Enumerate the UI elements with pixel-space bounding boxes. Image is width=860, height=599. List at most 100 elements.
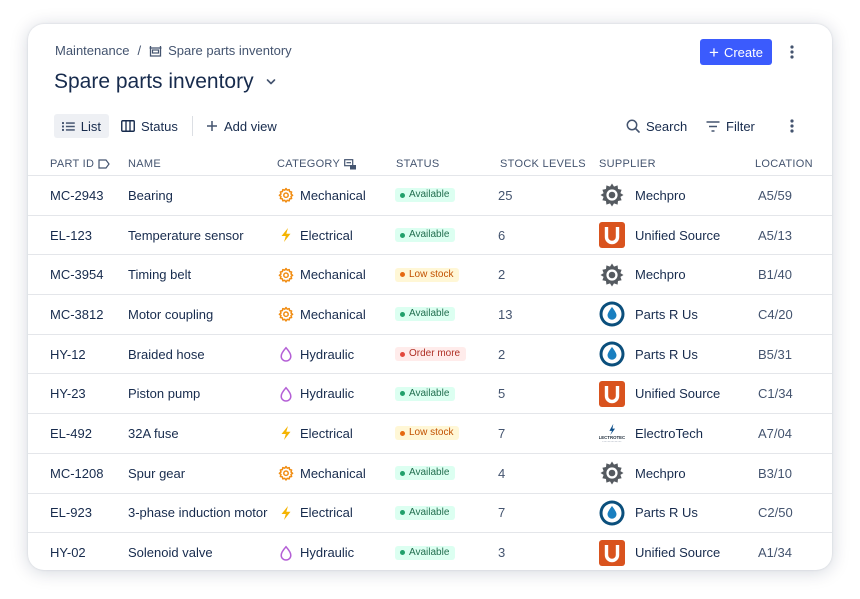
table-row[interactable]: EL-123 Temperature sensor Electrical Availa… xyxy=(28,216,832,256)
category-cell: Electrical xyxy=(278,216,353,255)
status-label: Order more xyxy=(409,348,461,360)
status-badge: Available xyxy=(395,466,456,481)
create-label: Create xyxy=(723,44,763,60)
list-icon xyxy=(62,121,75,131)
supplier-cell: Mechpro xyxy=(599,454,686,493)
tab-status-view[interactable]: Status xyxy=(113,114,186,138)
status-dot-icon xyxy=(400,351,405,357)
status-label: Available xyxy=(409,387,450,399)
inventory-card: Maintenance / Spare parts inventory Spar… xyxy=(28,24,832,570)
svg-text:ELECTROTECH: ELECTROTECH xyxy=(599,436,625,441)
supplier-logo-icon: ELECTROTECH xyxy=(599,420,625,446)
table-row[interactable]: MC-3954 Timing belt Mechanical Low stock 2 Me… xyxy=(28,255,832,296)
parts-table: PART ID NAME CATEGORY STATUS STOCK LEVEL… xyxy=(28,152,832,570)
supplier-name: Unified Source xyxy=(635,545,721,561)
part-id-cell: EL-923 xyxy=(50,505,92,521)
category-cell: Electrical xyxy=(278,494,353,533)
status-cell: Available xyxy=(395,494,456,533)
supplier-cell: Mechpro xyxy=(599,255,686,294)
stock-level-cell: 13 xyxy=(498,306,513,322)
tag-icon xyxy=(98,159,111,169)
lightning-icon xyxy=(278,425,294,441)
status-badge: Low stock xyxy=(395,426,460,441)
part-id-cell: HY-02 xyxy=(50,545,86,561)
droplet-icon xyxy=(278,386,294,402)
status-cell: Low stock xyxy=(395,255,460,294)
status-label: Available xyxy=(409,546,450,558)
supplier-cell: Unified Source xyxy=(599,374,720,413)
supplier-name: Mechpro xyxy=(635,187,686,203)
search-label: Search xyxy=(646,118,688,134)
stock-level-cell: 2 xyxy=(498,267,506,283)
table-row[interactable]: HY-23 Piston pump Hydraulic Available 5 Unifi… xyxy=(28,374,832,415)
gear-icon xyxy=(278,306,294,323)
status-dot-icon xyxy=(400,430,405,436)
part-id-cell: EL-492 xyxy=(50,425,92,441)
breadcrumb-maintenance[interactable]: Maintenance xyxy=(55,43,129,58)
part-name-cell: Bearing xyxy=(128,187,173,203)
column-header-stock-levels[interactable]: STOCK LEVELS xyxy=(500,158,586,170)
page-title: Spare parts inventory xyxy=(54,70,254,93)
create-button[interactable]: + Create xyxy=(700,39,772,65)
supplier-logo-icon xyxy=(599,539,625,566)
more-actions-icon[interactable] xyxy=(782,42,802,62)
table-row[interactable]: HY-02 Solenoid valve Hydraulic Available 3 Un… xyxy=(28,533,832,570)
column-header-category[interactable]: CATEGORY xyxy=(277,158,357,170)
category-cell: Mechanical xyxy=(278,454,366,493)
status-label: Available xyxy=(409,229,450,241)
filter-button[interactable]: Filter xyxy=(698,114,763,138)
filter-icon xyxy=(706,120,720,132)
stock-level-cell: 6 xyxy=(498,227,506,243)
status-label: Available xyxy=(409,308,450,320)
part-name-cell: 3-phase induction motor xyxy=(128,505,268,521)
supplier-name: Mechpro xyxy=(635,267,686,283)
tab-list-view[interactable]: List xyxy=(54,114,109,138)
location-cell: B3/10 xyxy=(758,465,792,481)
table-row[interactable]: MC-1208 Spur gear Mechanical Available 4 Mech… xyxy=(28,454,832,494)
chevron-down-icon[interactable] xyxy=(266,78,276,86)
status-label: Available xyxy=(409,189,450,201)
part-name-cell: Motor coupling xyxy=(128,306,214,322)
location-cell: C1/34 xyxy=(758,386,793,402)
table-row[interactable]: EL-492 32A fuse Electrical Low stock 7 ELECTR… xyxy=(28,414,832,454)
category-label: Mechanical xyxy=(300,306,366,322)
column-header-supplier[interactable]: SUPPLIER xyxy=(599,158,656,170)
supplier-logo-icon xyxy=(599,222,625,249)
part-name-cell: 32A fuse xyxy=(128,425,179,441)
table-row[interactable]: HY-12 Braided hose Hydraulic Order more 2 Par… xyxy=(28,335,832,375)
category-field-icon xyxy=(344,158,357,169)
part-id-cell: MC-1208 xyxy=(50,465,104,481)
view-toolbar: List Status Add view Search Filter xyxy=(54,114,806,138)
location-cell: B1/40 xyxy=(758,267,792,283)
table-row[interactable]: MC-3812 Motor coupling Mechanical Available… xyxy=(28,295,832,335)
tab-list-label: List xyxy=(80,118,101,134)
part-name-cell: Piston pump xyxy=(128,386,201,402)
status-label: Low stock xyxy=(409,427,454,439)
supplier-cell: Parts R Us xyxy=(599,494,698,533)
columns-icon xyxy=(121,120,135,132)
column-header-part-id[interactable]: PART ID xyxy=(50,158,111,170)
column-header-status[interactable]: STATUS xyxy=(396,158,440,170)
column-header-name[interactable]: NAME xyxy=(128,158,161,170)
category-cell: Mechanical xyxy=(278,295,366,334)
part-id-cell: EL-123 xyxy=(50,227,92,243)
table-row[interactable]: EL-923 3-phase induction motor Electrical A… xyxy=(28,494,832,534)
category-cell: Hydraulic xyxy=(278,335,354,374)
location-cell: C4/20 xyxy=(758,306,793,322)
part-id-cell: MC-2943 xyxy=(50,187,104,203)
add-view-button[interactable]: Add view xyxy=(198,114,285,138)
view-options-icon[interactable] xyxy=(782,116,802,136)
table-header: PART ID NAME CATEGORY STATUS STOCK LEVEL… xyxy=(28,152,832,176)
breadcrumb-current[interactable]: Spare parts inventory xyxy=(168,43,292,58)
part-id-cell: HY-23 xyxy=(50,386,86,402)
status-dot-icon xyxy=(400,470,405,476)
stock-level-cell: 7 xyxy=(498,505,506,521)
supplier-logo-icon xyxy=(599,262,625,288)
location-cell: A1/34 xyxy=(758,545,792,561)
supplier-cell: ELECTROTECH ElectroTech xyxy=(599,414,703,453)
droplet-icon xyxy=(278,346,294,362)
supplier-name: ElectroTech xyxy=(635,425,703,441)
search-button[interactable]: Search xyxy=(618,114,695,138)
table-row[interactable]: MC-2943 Bearing Mechanical Available 25 Mechp… xyxy=(28,176,832,216)
column-header-location[interactable]: LOCATION xyxy=(755,158,813,170)
